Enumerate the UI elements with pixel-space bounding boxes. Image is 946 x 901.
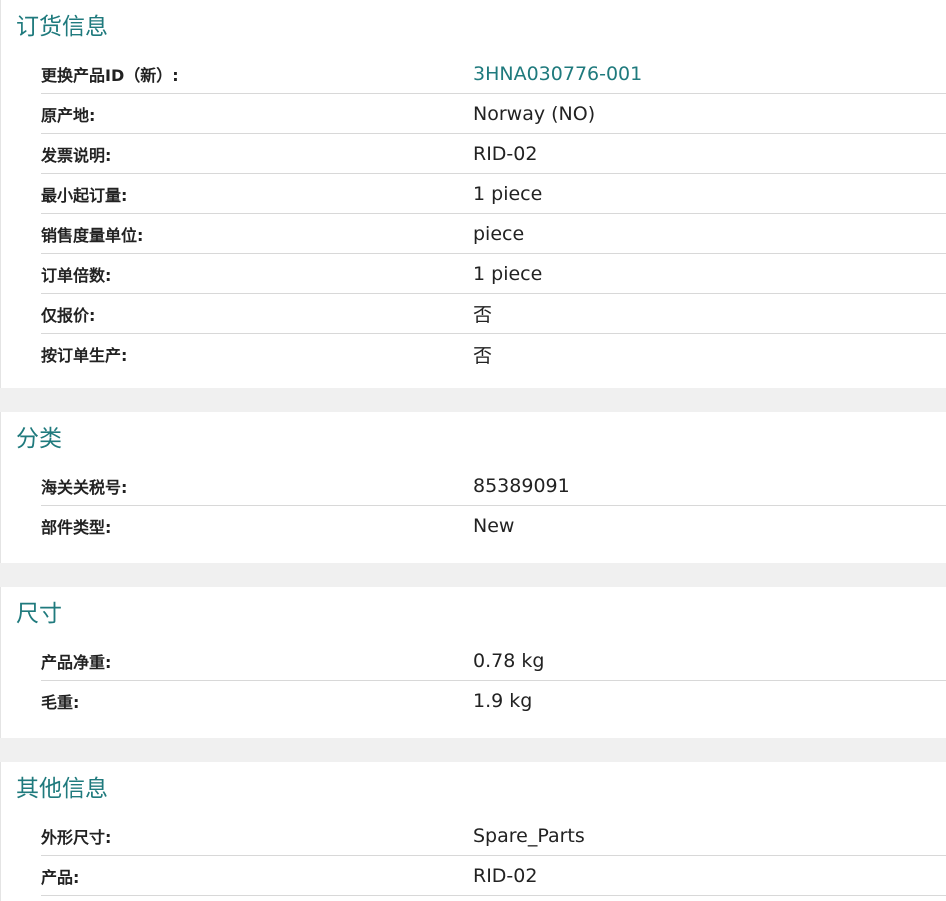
row-made-to-order: 按订单生产: 否 [41, 334, 946, 374]
label-invoice-description: 发票说明: [41, 145, 112, 165]
row-outline-dimensions: 外形尺寸: Spare_Parts [41, 816, 946, 856]
row-sales-unit-of-measure: 销售度量单位: piece [41, 214, 946, 254]
replacement-product-id-link[interactable]: 3HNA030776-001 [473, 63, 642, 85]
value-made-to-order: 否 [473, 344, 493, 367]
value-quote-only: 否 [473, 304, 493, 326]
ordering-info-section: 订货信息 更换产品ID（新）: 3HNA030776-001 原产地: Norw… [0, 0, 946, 388]
row-net-weight: 产品净重: 0.78 kg [41, 641, 946, 681]
label-quote-only: 仅报价: [41, 305, 96, 325]
classification-rows: 海关关税号: 85389091 部件类型: New [41, 466, 946, 546]
other-info-section: 其他信息 外形尺寸: Spare_Parts 产品: RID-02 [0, 762, 946, 901]
label-replacement-product-id: 更换产品ID（新）: [41, 65, 179, 85]
value-customs-tariff-number: 85389091 [473, 474, 570, 497]
value-outline-dimensions: Spare_Parts [473, 824, 585, 847]
row-customs-tariff-number: 海关关税号: 85389091 [41, 466, 946, 506]
row-order-multiple: 订单倍数: 1 piece [41, 254, 946, 294]
row-quote-only: 仅报价: 否 [41, 294, 946, 334]
other-info-rows: 外形尺寸: Spare_Parts 产品: RID-02 [41, 816, 946, 896]
classification-section: 分类 海关关税号: 85389091 部件类型: New [0, 412, 946, 563]
section-title-ordering-info: 订货信息 [16, 14, 108, 40]
label-product: 产品: [41, 867, 80, 887]
dimensions-rows: 产品净重: 0.78 kg 毛重: 1.9 kg [41, 641, 946, 721]
row-country-of-origin: 原产地: Norway (NO) [41, 94, 946, 134]
value-country-of-origin: Norway (NO) [473, 102, 596, 125]
label-sales-unit-of-measure: 销售度量单位: [41, 225, 144, 245]
label-minimum-order-quantity: 最小起订量: [41, 185, 128, 205]
section-title-dimensions: 尺寸 [16, 601, 62, 627]
row-gross-weight: 毛重: 1.9 kg [41, 681, 946, 721]
row-part-type: 部件类型: New [41, 506, 946, 546]
value-invoice-description: RID-02 [473, 142, 538, 165]
dimensions-section: 尺寸 产品净重: 0.78 kg 毛重: 1.9 kg [0, 587, 946, 738]
label-made-to-order: 按订单生产: [41, 346, 128, 365]
row-invoice-description: 发票说明: RID-02 [41, 134, 946, 174]
value-order-multiple: 1 piece [473, 262, 543, 285]
value-net-weight: 0.78 kg [473, 649, 545, 672]
row-minimum-order-quantity: 最小起订量: 1 piece [41, 174, 946, 214]
value-part-type: New [473, 515, 515, 537]
label-country-of-origin: 原产地: [41, 105, 96, 125]
label-order-multiple: 订单倍数: [41, 265, 112, 285]
label-gross-weight: 毛重: [41, 693, 80, 712]
value-sales-unit-of-measure: piece [473, 222, 525, 245]
section-title-other-info: 其他信息 [16, 776, 108, 802]
label-net-weight: 产品净重: [41, 652, 112, 672]
section-title-classification: 分类 [16, 426, 62, 452]
ordering-info-rows: 更换产品ID（新）: 3HNA030776-001 原产地: Norway (N… [41, 54, 946, 374]
value-product: RID-02 [473, 864, 538, 887]
value-minimum-order-quantity: 1 piece [473, 182, 543, 205]
row-replacement-product-id: 更换产品ID（新）: 3HNA030776-001 [41, 54, 946, 94]
label-outline-dimensions: 外形尺寸: [41, 827, 112, 847]
label-customs-tariff-number: 海关关税号: [41, 477, 128, 497]
label-part-type: 部件类型: [41, 518, 112, 537]
value-gross-weight: 1.9 kg [473, 690, 533, 712]
row-product: 产品: RID-02 [41, 856, 946, 896]
